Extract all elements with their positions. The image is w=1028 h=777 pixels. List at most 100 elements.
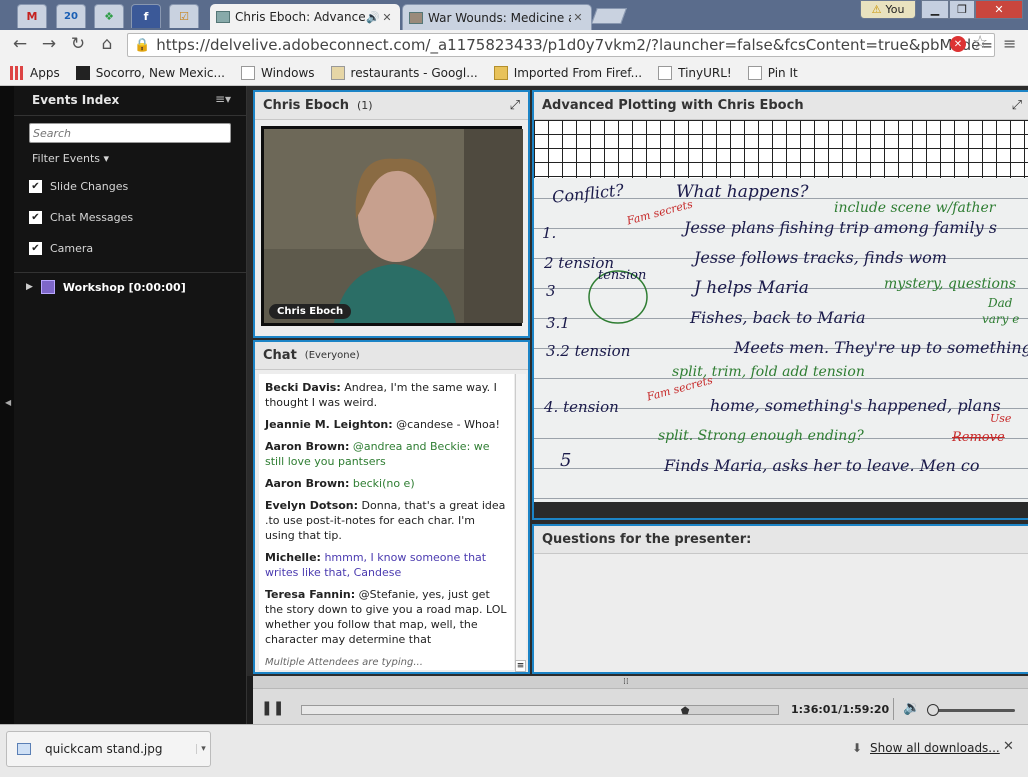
expand-arrow-icon[interactable]: ▶ (26, 282, 33, 292)
close-window-button[interactable]: ✕ (975, 0, 1023, 19)
note: 3.1 (546, 314, 570, 332)
page-icon (747, 65, 762, 80)
pod-resize-bar[interactable] (253, 676, 1028, 689)
fullscreen-icon[interactable]: ⤢ (510, 98, 520, 113)
tasks-icon[interactable]: ☑ (169, 4, 199, 28)
feedly-icon[interactable]: ❖ (94, 4, 124, 28)
weather-underground-icon (75, 65, 90, 80)
bookmark-apps[interactable]: Apps (10, 65, 60, 80)
filter-camera[interactable]: ✔ Camera (29, 242, 93, 255)
filter-slide-changes[interactable]: ✔ Slide Changes (29, 180, 128, 193)
calendar-icon[interactable]: 20 (56, 4, 86, 28)
downloads-shelf: quickcam stand.jpg ▾ ⬇ Show all download… (0, 724, 1028, 777)
chrome-menu-icon[interactable]: ≡ (1003, 34, 1016, 53)
gmail-icon[interactable]: M (17, 4, 47, 28)
bookmark-folder-imported[interactable]: Imported From Firef... (493, 65, 642, 80)
reload-button[interactable]: ↻ (67, 33, 89, 55)
workshop-tree-item[interactable]: ▶ Workshop [0:00:00] (26, 280, 186, 294)
note: What happens? (676, 182, 809, 202)
note: Jesse follows tracks, finds wom (694, 248, 947, 267)
progress-handle[interactable]: ⬟ (681, 706, 691, 718)
adobe-connect-favicon-icon (216, 11, 230, 23)
divider (893, 698, 894, 720)
workshop-label: Workshop [0:00:00] (62, 280, 186, 294)
pause-button[interactable]: ❚❚ (261, 700, 284, 716)
minimize-button[interactable]: ▁ (921, 0, 949, 19)
show-all-downloads-link[interactable]: Show all downloads... (870, 741, 1000, 755)
tab-close-icon[interactable]: ✕ (380, 11, 394, 24)
divider (14, 272, 247, 273)
note: Use (990, 412, 1012, 425)
volume-icon[interactable]: 🔉 (903, 700, 920, 716)
checkbox-checked-icon[interactable]: ✔ (29, 242, 42, 255)
paper-edge (534, 502, 1028, 518)
forward-button[interactable]: → (38, 33, 60, 55)
bookmark-windows[interactable]: Windows (240, 65, 315, 80)
calendar-day: 20 (64, 11, 78, 22)
bookmark-socorro[interactable]: Socorro, New Mexic... (75, 65, 225, 80)
collapse-arrow-icon[interactable]: ◀ (5, 398, 11, 407)
volume-track[interactable] (929, 709, 1015, 712)
bookmark-pin-it[interactable]: Pin It (747, 65, 798, 80)
note: Remove (952, 430, 1005, 445)
chat-scrollbar[interactable] (515, 374, 526, 670)
chat-message: Aaron Brown: becki(no e) (265, 476, 508, 491)
chat-message: Evelyn Dotson: Donna, that's a great ide… (265, 498, 508, 543)
bookmark-label: Windows (260, 65, 315, 80)
checkbox-checked-icon[interactable]: ✔ (29, 180, 42, 193)
note: home, something's happened, plans (710, 396, 1001, 415)
back-button[interactable]: ← (9, 33, 31, 55)
bookmark-star-icon[interactable]: ☆ (972, 32, 988, 53)
blocked-content-icon[interactable]: ✕ (950, 36, 966, 52)
download-file-name: quickcam stand.jpg (45, 742, 163, 756)
facebook-icon[interactable]: f (131, 4, 161, 28)
google-maps-icon (330, 65, 345, 80)
note: 1. (542, 224, 557, 242)
filter-events-dropdown[interactable]: Filter Events ▾ (32, 152, 109, 165)
filter-label: Chat Messages (50, 211, 134, 224)
filter-label: Slide Changes (50, 180, 129, 193)
folder-icon (493, 65, 508, 80)
note: include scene w/father (834, 200, 996, 216)
panel-menu-icon[interactable]: ≡▾ (215, 92, 231, 106)
grip-icon[interactable]: ⁞⁞ (623, 677, 629, 687)
restore-button[interactable]: ❐ (949, 0, 975, 19)
new-tab-button[interactable] (591, 8, 627, 24)
note: J helps Maria (694, 278, 809, 298)
chat-options-icon[interactable]: ≡ (515, 660, 526, 672)
camera-pod-header: Chris Eboch (1) (255, 92, 528, 120)
volume-handle[interactable] (927, 704, 940, 716)
chat-message: Jeannie M. Leighton: @candese - Whoa! (265, 417, 508, 432)
tab-war-wounds[interactable]: War Wounds: Medicine ar ✕ (402, 4, 592, 30)
chat-author: Jeannie M. Leighton: (265, 418, 393, 431)
download-item[interactable]: quickcam stand.jpg ▾ (6, 731, 211, 767)
tab-chris-eboch[interactable]: Chris Eboch: Advanced 🔊 ✕ (210, 4, 400, 30)
profile-button[interactable]: ⚠ You (860, 0, 916, 19)
home-button[interactable]: ⌂ (96, 33, 118, 55)
note: Meets men. They're up to something (734, 338, 1028, 357)
checkbox-checked-icon[interactable]: ✔ (29, 211, 42, 224)
address-text: https://delvelive.adobeconnect.com/_a117… (156, 36, 993, 54)
tab-close-icon[interactable]: ✕ (571, 11, 585, 24)
bookmark-tinyurl[interactable]: TinyURL! (658, 65, 732, 80)
download-menu-icon[interactable]: ▾ (196, 744, 210, 754)
events-index-title: Events Index (32, 93, 120, 107)
events-search-input[interactable] (29, 123, 231, 143)
chevron-down-icon: ▾ (103, 152, 110, 165)
filter-events-label: Filter Events (32, 152, 100, 165)
filter-chat-messages[interactable]: ✔ Chat Messages (29, 211, 133, 224)
progress-track[interactable] (301, 705, 779, 715)
bookmark-restaurants[interactable]: restaurants - Googl... (330, 65, 478, 80)
note: 3.2 tension (546, 342, 631, 360)
playback-bar: ⁞⁞ ❚❚ ⬟ 1:36:01/1:59:20 🔉 (253, 676, 1028, 724)
fullscreen-icon[interactable]: ⤢ (1012, 98, 1022, 113)
address-bar[interactable]: 🔒 https://delvelive.adobeconnect.com/_a1… (127, 33, 995, 57)
image-file-icon (17, 743, 31, 755)
bookmark-label: Pin It (767, 65, 798, 80)
chat-message: Becki Davis: Andrea, I'm the same way. I… (265, 380, 508, 410)
webcam-video (264, 129, 523, 323)
close-downloads-icon[interactable]: ✕ (1003, 739, 1014, 754)
workshop-icon (40, 280, 55, 294)
note: Jesse plans fishing trip among family s (684, 218, 997, 237)
apps-grid-icon (10, 65, 24, 80)
